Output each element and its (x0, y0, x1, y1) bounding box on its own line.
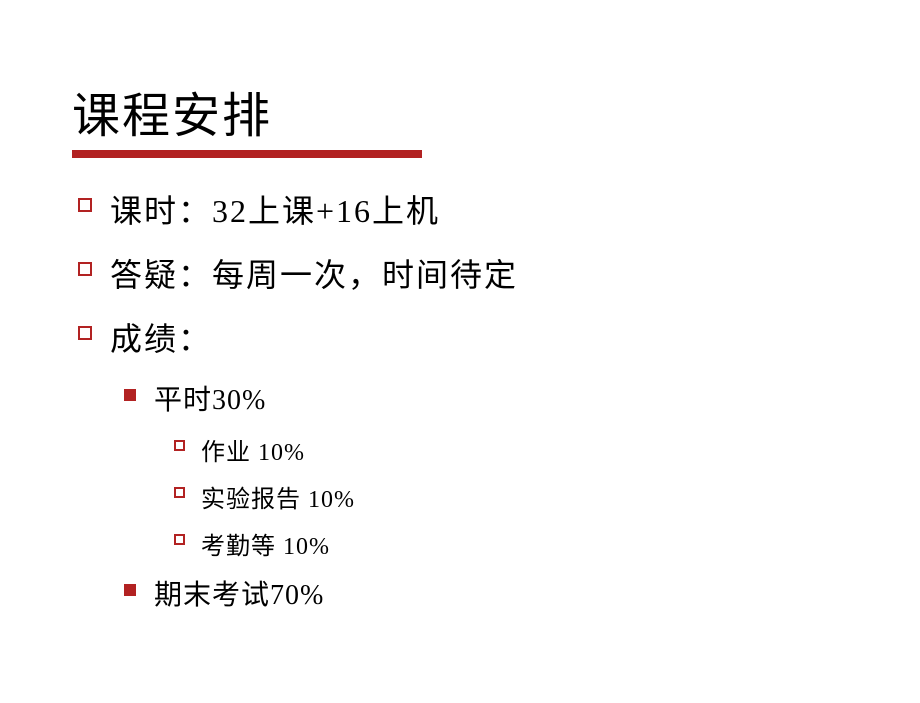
bullet-text: 考勤等 10% (201, 526, 330, 561)
bullet-level2: 期末考试70% (124, 573, 848, 613)
bullet-marker-hollow (78, 326, 92, 340)
slide-content: 课程安排 课时：32上课+16上机 答疑：每周一次，时间待定 成绩： 平时30%… (0, 0, 920, 703)
bullet-marker-hollow-small (174, 440, 185, 451)
bullet-marker-hollow-small (174, 487, 185, 498)
bullet-marker-hollow (78, 198, 92, 212)
bullet-text: 课时：32上课+16上机 (110, 186, 440, 232)
bullet-marker-hollow-small (174, 534, 185, 545)
bullet-level3: 作业 10% (174, 432, 848, 467)
bullet-marker-solid (124, 584, 136, 596)
bullet-level3: 实验报告 10% (174, 479, 848, 514)
bullet-level3: 考勤等 10% (174, 526, 848, 561)
bullet-level1: 课时：32上课+16上机 (78, 186, 848, 232)
bullet-level1: 答疑：每周一次，时间待定 (78, 250, 848, 296)
bullet-text: 实验报告 10% (201, 479, 355, 514)
bullet-text: 期末考试70% (154, 573, 324, 613)
bullet-text: 平时30% (154, 378, 266, 418)
bullet-level2: 平时30% (124, 378, 848, 418)
bullet-marker-hollow (78, 262, 92, 276)
bullet-marker-solid (124, 389, 136, 401)
slide-title: 课程安排 (72, 76, 848, 146)
bullet-text: 成绩： (110, 314, 212, 360)
bullet-level1: 成绩： (78, 314, 848, 360)
bullet-text: 答疑：每周一次，时间待定 (110, 250, 518, 296)
title-underline (72, 150, 422, 158)
bullet-text: 作业 10% (201, 432, 305, 467)
